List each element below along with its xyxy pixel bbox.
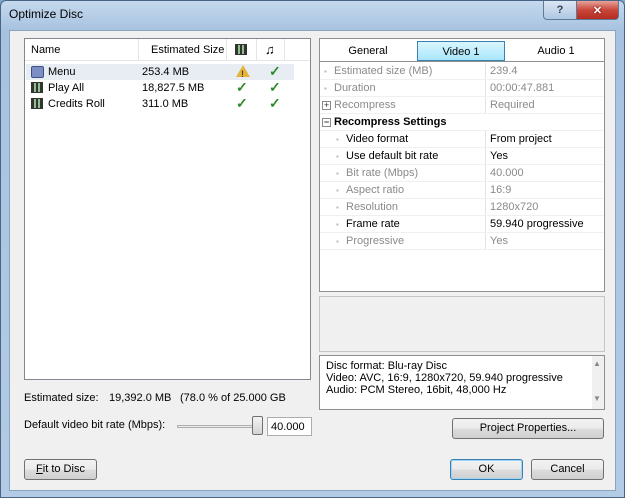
scroll-up-icon[interactable]: ▲ bbox=[593, 359, 601, 368]
tab-audio-1[interactable]: Audio 1 bbox=[510, 41, 602, 61]
project-properties-button[interactable]: Project Properties... bbox=[452, 418, 604, 439]
collapse-icon[interactable]: − bbox=[322, 118, 331, 127]
fit-to-disc-button[interactable]: Fit to Disc bbox=[24, 459, 97, 480]
tab-strip: General Video 1 Audio 1 bbox=[319, 38, 605, 62]
list-item[interactable]: Play All 18,827.5 MB ✓ ✓ bbox=[26, 79, 294, 96]
music-note-icon: ♫ bbox=[265, 42, 275, 57]
check-icon: ✓ bbox=[269, 95, 281, 111]
help-icon: ? bbox=[556, 4, 564, 16]
warning-icon: ! bbox=[236, 65, 250, 79]
estimated-size-label: Estimated size: bbox=[24, 392, 99, 404]
dialog-client-area: Name Estimated Size ♫ Menu 253.4 MB ! ✓ … bbox=[9, 30, 616, 491]
property-row-bit-rate[interactable]: ▪ Bit rate (Mbps) 40.000 bbox=[320, 165, 604, 182]
item-name: Play All bbox=[48, 82, 85, 94]
scroll-down-icon[interactable]: ▼ bbox=[593, 394, 601, 403]
bitrate-slider-track[interactable] bbox=[177, 425, 260, 428]
check-icon: ✓ bbox=[269, 79, 281, 95]
property-row-progressive[interactable]: ▪ Progressive Yes bbox=[320, 233, 604, 250]
property-row-resolution[interactable]: ▪ Resolution 1280x720 bbox=[320, 199, 604, 216]
property-row-duration[interactable]: ▪ Duration 00:00:47.881 bbox=[320, 80, 604, 97]
video-info-text: Video: AVC, 16:9, 1280x720, 59.940 progr… bbox=[326, 372, 563, 384]
property-row-default-bit-rate[interactable]: ▪ Use default bit rate Yes bbox=[320, 148, 604, 165]
close-icon: ✕ bbox=[592, 4, 603, 17]
check-icon: ✓ bbox=[236, 95, 248, 111]
film-icon bbox=[235, 44, 247, 55]
property-row-video-format[interactable]: ▪ Video format From project bbox=[320, 131, 604, 148]
property-row-recompress[interactable]: + Recompress Required bbox=[320, 97, 604, 114]
list-header: Name Estimated Size ♫ bbox=[25, 39, 310, 61]
film-icon bbox=[31, 82, 43, 93]
info-scrollbar[interactable]: ▲ ▼ bbox=[592, 356, 604, 409]
tab-video-1[interactable]: Video 1 bbox=[417, 41, 505, 61]
estimated-size-percent: (78.0 % of 25.000 GB bbox=[180, 392, 286, 404]
default-bitrate-label: Default video bit rate (Mbps): bbox=[24, 419, 166, 431]
title-bar[interactable]: Optimize Disc ? ✕ bbox=[1, 1, 624, 29]
bitrate-slider-thumb[interactable] bbox=[252, 416, 263, 435]
check-icon: ✓ bbox=[236, 79, 248, 95]
column-header-estimated-size[interactable]: Estimated Size bbox=[139, 39, 227, 61]
item-name: Menu bbox=[48, 66, 76, 78]
property-grid[interactable]: ▪ Estimated size (MB) 239.4 ▪ Duration 00:… bbox=[319, 62, 605, 292]
disc-format-text: Disc format: Blu-ray Disc bbox=[326, 360, 448, 372]
estimated-size-value: 19,392.0 MB bbox=[109, 392, 172, 404]
item-size: 311.0 MB bbox=[142, 98, 189, 110]
menu-icon bbox=[31, 66, 44, 78]
fit-to-disc-label: it to Disc bbox=[42, 463, 85, 475]
disc-info-box[interactable]: Disc format: Blu-ray Disc Video: AVC, 16… bbox=[319, 355, 605, 410]
disc-items-list[interactable]: Name Estimated Size ♫ Menu 253.4 MB ! ✓ … bbox=[24, 38, 311, 380]
expand-icon[interactable]: + bbox=[322, 101, 331, 110]
bitrate-input[interactable] bbox=[267, 417, 312, 436]
column-header-audio[interactable]: ♫ bbox=[257, 39, 285, 61]
property-row-frame-rate[interactable]: ▪ Frame rate 59.940 progressive bbox=[320, 216, 604, 233]
tab-general[interactable]: General bbox=[322, 41, 414, 61]
list-item[interactable]: Menu 253.4 MB ! ✓ bbox=[26, 63, 294, 80]
help-button[interactable]: ? bbox=[543, 1, 577, 20]
item-size: 18,827.5 MB bbox=[142, 82, 205, 94]
optimize-disc-dialog: Optimize Disc ? ✕ Name Estimated Size ♫ … bbox=[0, 0, 625, 498]
close-button[interactable]: ✕ bbox=[576, 1, 619, 20]
column-header-video[interactable] bbox=[227, 39, 257, 61]
list-item[interactable]: Credits Roll 311.0 MB ✓ ✓ bbox=[26, 95, 294, 112]
audio-info-text: Audio: PCM Stereo, 16bit, 48,000 Hz bbox=[326, 384, 507, 396]
item-size: 253.4 MB bbox=[142, 66, 190, 78]
property-row-aspect-ratio[interactable]: ▪ Aspect ratio 16:9 bbox=[320, 182, 604, 199]
item-name: Credits Roll bbox=[48, 98, 105, 110]
property-row-estimated-size[interactable]: ▪ Estimated size (MB) 239.4 bbox=[320, 63, 604, 80]
check-icon: ✓ bbox=[269, 63, 281, 79]
cancel-button[interactable]: Cancel bbox=[531, 459, 604, 480]
film-icon bbox=[31, 98, 43, 109]
property-description-area bbox=[319, 296, 605, 352]
column-header-name[interactable]: Name bbox=[25, 39, 139, 61]
ok-button[interactable]: OK bbox=[450, 459, 523, 480]
property-section-recompress-settings[interactable]: − Recompress Settings bbox=[320, 114, 604, 131]
window-title: Optimize Disc bbox=[9, 7, 84, 21]
